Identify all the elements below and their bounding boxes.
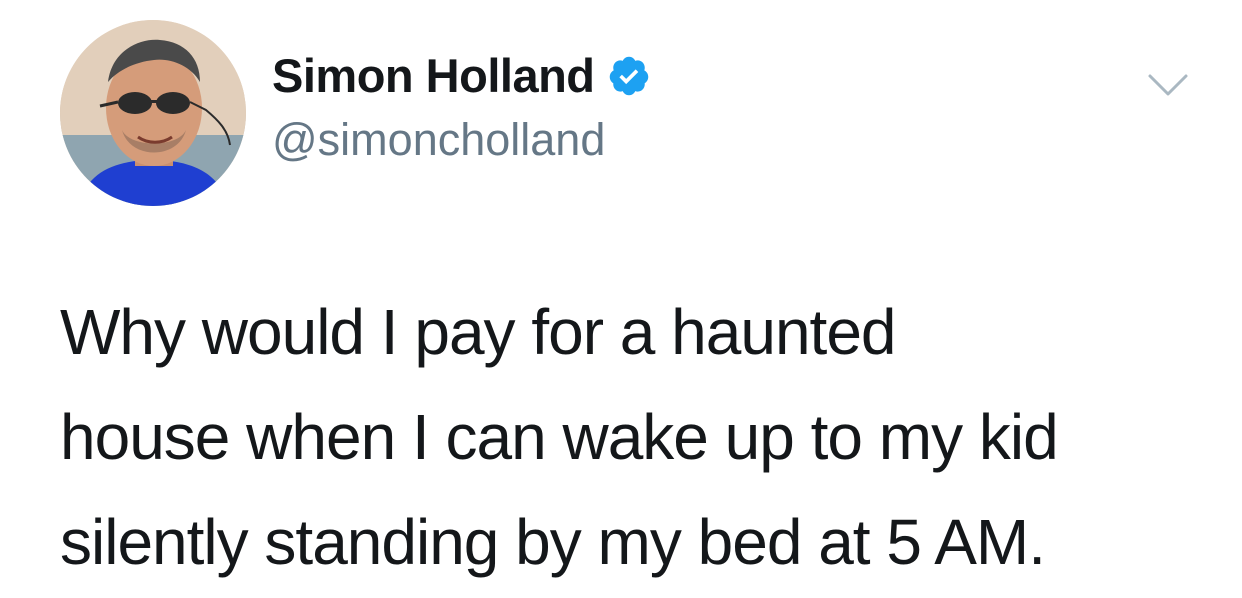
author-display-name[interactable]: Simon Holland <box>272 46 595 106</box>
tweet-text: Why would I pay for a haunted house when… <box>60 296 1059 578</box>
avatar-photo-icon <box>60 20 246 206</box>
author-avatar[interactable] <box>60 20 246 206</box>
display-name-row: Simon Holland <box>272 46 651 106</box>
tweet-header: Simon Holland @simoncholland <box>272 46 651 170</box>
tweet-card: Simon Holland @simoncholland Why would I… <box>0 0 1242 598</box>
tweet-menu-chevron-down-icon[interactable] <box>1146 70 1190 100</box>
verified-badge-icon <box>607 54 651 98</box>
author-handle[interactable]: @simoncholland <box>272 110 651 170</box>
